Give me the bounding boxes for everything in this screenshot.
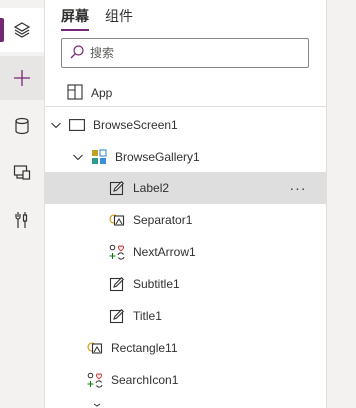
right-edge-panel [326, 0, 356, 408]
tree-item-label: BrowseScreen1 [93, 118, 178, 132]
screen-icon [69, 117, 85, 133]
tree-item-search-icon1[interactable]: SearchIcon1 [45, 364, 326, 396]
tree-item-label: App [91, 86, 113, 100]
icons-control-icon [109, 244, 125, 260]
tree-item-label: Rectangle11 [111, 341, 178, 355]
chevron-down-icon[interactable] [71, 150, 85, 164]
tree-item-label: SearchIcon1 [111, 373, 179, 387]
tab-screens[interactable]: 屏幕 [61, 6, 89, 31]
label-icon [109, 308, 125, 324]
tree-item-title1[interactable]: Title1 [45, 300, 326, 332]
tree-view-button[interactable] [0, 8, 44, 52]
tree-item-separator1[interactable]: Separator1 [45, 204, 326, 236]
tree-item-label2[interactable]: Label2 ··· [45, 172, 326, 204]
tree-tabs: 屏幕 组件 [61, 6, 149, 31]
left-rail [0, 0, 45, 408]
layers-icon [13, 21, 31, 39]
label-icon [109, 180, 125, 196]
divider [45, 106, 326, 107]
gallery-icon [91, 149, 107, 165]
icons-control-icon [87, 372, 103, 388]
chevron-down-icon [93, 396, 101, 408]
tree-item-label: Subtitle1 [133, 277, 180, 291]
app-icon [67, 83, 83, 103]
tree-item-app[interactable]: App [45, 80, 326, 106]
media-icon [13, 163, 31, 181]
tree-item-label: Separator1 [133, 213, 193, 227]
tree-item-label: BrowseGallery1 [115, 150, 200, 164]
tree-item-label: Label2 [133, 181, 170, 195]
advanced-tools-button[interactable] [0, 198, 44, 242]
tree-item-label: NextArrow1 [133, 245, 196, 259]
tree-item-subtitle1[interactable]: Subtitle1 [45, 268, 326, 300]
tree-item-partial[interactable] [45, 396, 326, 408]
data-button[interactable] [0, 104, 44, 148]
tree-view-panel: 屏幕 组件 App BrowseScreen1 [45, 0, 326, 408]
chevron-down-icon[interactable] [49, 118, 63, 132]
shapes-icon [109, 212, 125, 228]
database-icon [14, 117, 30, 135]
more-options-button[interactable]: ··· [286, 180, 310, 196]
tree-item-browse-gallery[interactable]: BrowseGallery1 [45, 141, 326, 173]
tree-item-rectangle11[interactable]: Rectangle11 [45, 332, 326, 364]
media-button[interactable] [0, 150, 44, 194]
search-icon [70, 44, 84, 62]
search-input[interactable] [90, 46, 290, 60]
tab-components[interactable]: 组件 [105, 6, 133, 28]
tree-item-label: Title1 [133, 309, 162, 323]
plus-icon [13, 69, 31, 87]
label-icon [109, 276, 125, 292]
tree-item-browse-screen[interactable]: BrowseScreen1 [45, 109, 326, 141]
insert-button[interactable] [0, 56, 44, 100]
tree-item-next-arrow1[interactable]: NextArrow1 [45, 236, 326, 268]
tools-icon [14, 211, 30, 229]
search-box[interactable] [61, 38, 309, 68]
shapes-icon [87, 340, 103, 356]
